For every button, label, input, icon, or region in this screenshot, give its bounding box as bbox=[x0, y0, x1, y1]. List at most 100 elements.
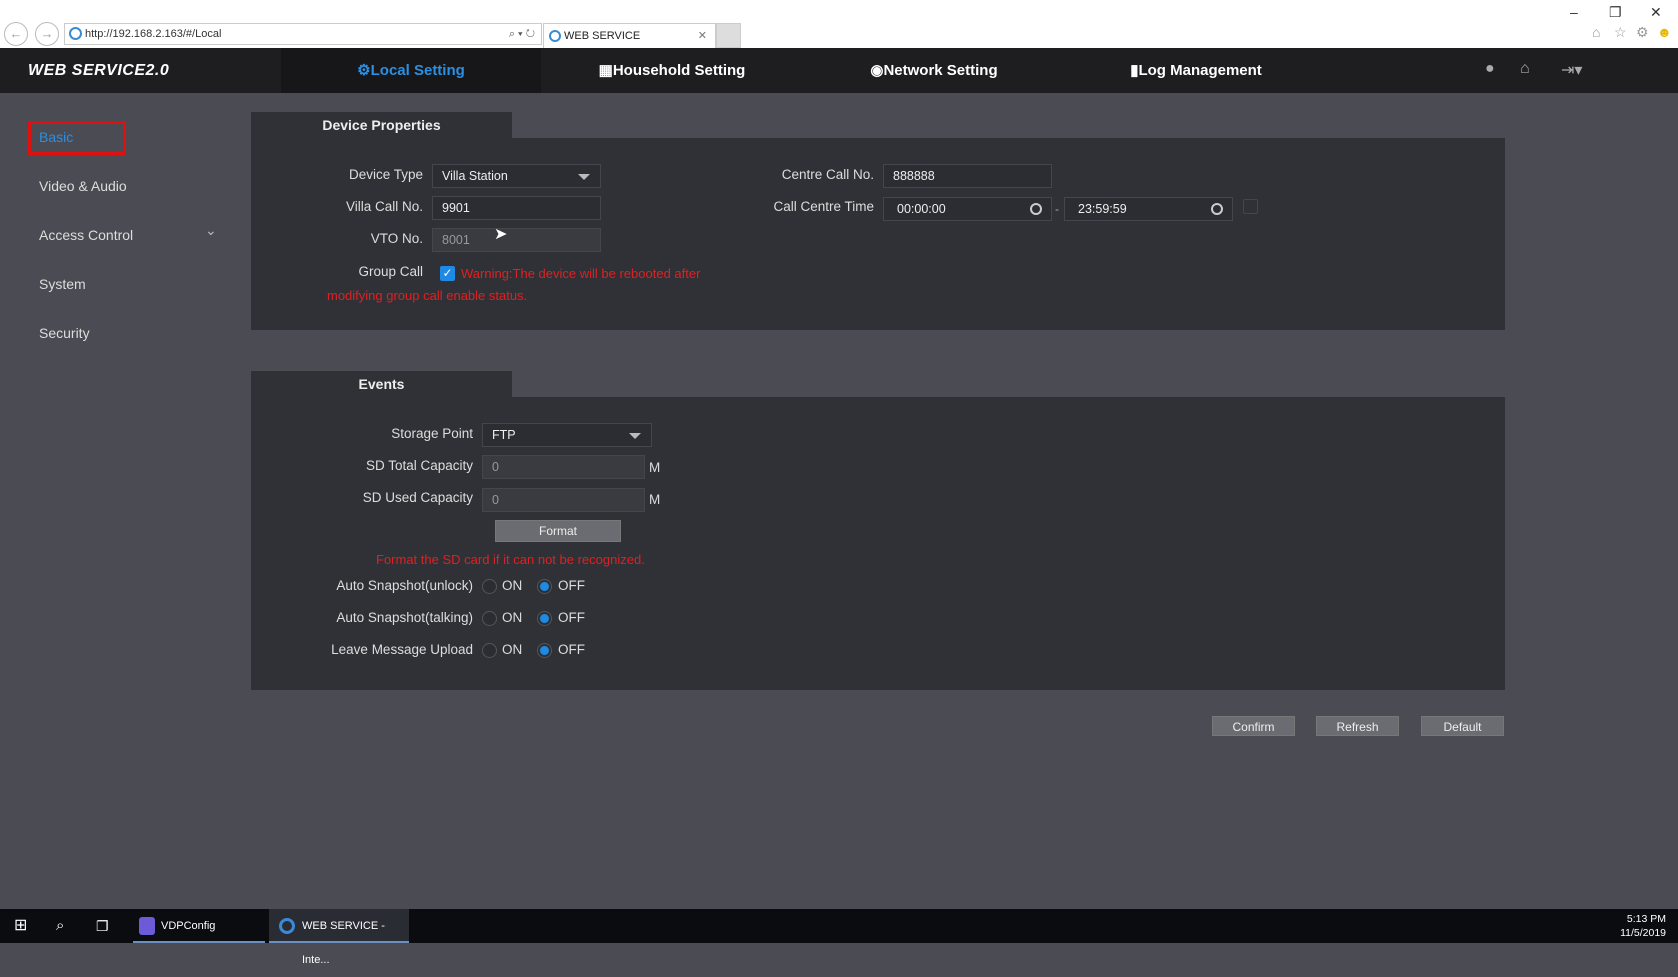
ie-icon bbox=[549, 30, 561, 42]
home-icon[interactable]: ⌂ bbox=[1592, 24, 1600, 40]
leave-message-upload-on-radio[interactable] bbox=[482, 643, 497, 658]
favorites-star-icon[interactable]: ☆ bbox=[1614, 24, 1627, 41]
logout-icon[interactable]: ⇥▾ bbox=[1561, 60, 1582, 80]
url-text: http://192.168.2.163/#/Local bbox=[85, 28, 222, 40]
ie-icon bbox=[69, 27, 82, 40]
events-tab: Events bbox=[251, 371, 512, 398]
call-time-start-input[interactable]: 00:00:00 bbox=[883, 197, 1052, 221]
group-call-warning-2: modifying group call enable status. bbox=[327, 288, 528, 303]
close-button[interactable]: ✕ bbox=[1650, 4, 1662, 21]
search-refresh-icons[interactable]: ⌕ ▾ ↻ bbox=[509, 24, 535, 44]
leave-message-upload-label: Leave Message Upload bbox=[331, 642, 473, 657]
leave-message-upload-off-radio[interactable] bbox=[537, 643, 552, 658]
vto-label: VTO No. bbox=[370, 231, 423, 246]
nav-label: Household Setting bbox=[612, 62, 746, 79]
auto-snapshot-talking-label: Auto Snapshot(talking) bbox=[336, 610, 473, 625]
nav-label: Network Setting bbox=[883, 62, 998, 79]
call-time-checkbox[interactable] bbox=[1243, 199, 1258, 214]
new-tab-button[interactable] bbox=[716, 23, 741, 48]
building-icon: ▦ bbox=[598, 62, 613, 79]
smiley-feedback-icon[interactable]: ☻ bbox=[1657, 24, 1672, 40]
system-clock[interactable]: 5:13 PM 11/5/2019 bbox=[1620, 912, 1666, 940]
sd-used-input: 0 bbox=[482, 488, 645, 512]
end-time-value: 23:59:59 bbox=[1078, 202, 1127, 216]
taskbar-app-ie[interactable]: WEB SERVICE - Inte... bbox=[269, 909, 409, 966]
start-time-value: 00:00:00 bbox=[897, 202, 946, 216]
sd-total-unit: M bbox=[649, 460, 661, 475]
storage-point-select[interactable]: FTP bbox=[482, 423, 652, 447]
task-view-icon[interactable]: ❐ bbox=[96, 909, 109, 943]
on-label: ON bbox=[502, 578, 523, 593]
close-tab-icon[interactable]: ✕ bbox=[698, 24, 707, 48]
browser-chrome: ← → http://192.168.2.163/#/Local ⌕ ▾ ↻ WE… bbox=[0, 0, 1678, 48]
browser-tab[interactable]: WEB SERVICE ✕ bbox=[543, 23, 716, 48]
centre-call-input[interactable]: 888888 bbox=[883, 164, 1052, 188]
windows-start-icon[interactable]: ⊞ bbox=[14, 909, 27, 943]
device-type-value: Villa Station bbox=[442, 169, 508, 183]
nav-label: Log Management bbox=[1138, 62, 1262, 79]
nav-label: Local Setting bbox=[370, 62, 465, 79]
sidebar-item-basic[interactable]: Basic bbox=[39, 129, 73, 145]
nav-network-setting[interactable]: ◉Network Setting bbox=[804, 48, 1064, 93]
taskbar-app-vdpconfig[interactable]: VDPConfig bbox=[133, 909, 265, 943]
restore-button[interactable]: ❐ bbox=[1609, 4, 1622, 21]
centre-call-label: Centre Call No. bbox=[781, 167, 874, 182]
refresh-button[interactable]: Refresh bbox=[1316, 716, 1399, 736]
time-separator: - bbox=[1055, 202, 1059, 216]
auto-snapshot-talking-on-radio[interactable] bbox=[482, 611, 497, 626]
forward-button[interactable]: → bbox=[35, 22, 59, 46]
dropdown-arrow-icon bbox=[629, 433, 641, 439]
format-button[interactable]: Format bbox=[495, 520, 621, 542]
sd-used-label: SD Used Capacity bbox=[362, 490, 473, 505]
search-icon[interactable]: ⌕ bbox=[56, 909, 64, 943]
clock-time: 5:13 PM bbox=[1626, 913, 1666, 925]
on-label: ON bbox=[502, 642, 523, 657]
user-icon[interactable]: ● bbox=[1485, 60, 1495, 78]
sidebar-item-security[interactable]: Security bbox=[39, 325, 90, 341]
group-call-checkbox[interactable]: ✓ bbox=[440, 266, 455, 281]
group-call-warning: Warning:The device will be rebooted afte… bbox=[461, 266, 701, 281]
off-label: OFF bbox=[558, 578, 585, 593]
sidebar-item-access-control[interactable]: Access Control bbox=[39, 227, 133, 243]
confirm-button[interactable]: Confirm bbox=[1212, 716, 1295, 736]
minimize-button[interactable]: – bbox=[1570, 4, 1578, 20]
villa-call-input[interactable]: 9901 bbox=[432, 196, 601, 220]
tab-title: WEB SERVICE bbox=[564, 30, 641, 42]
sidebar-item-system[interactable]: System bbox=[39, 276, 86, 292]
auto-snapshot-talking-off-radio[interactable] bbox=[537, 611, 552, 626]
call-time-end-input[interactable]: 23:59:59 bbox=[1064, 197, 1233, 221]
chevron-down-icon[interactable]: ⌄ bbox=[205, 222, 217, 239]
mouse-cursor: ➤ bbox=[494, 226, 508, 243]
gear-icon: ⚙ bbox=[357, 62, 371, 79]
logo: WEB SERVICE2.0 bbox=[28, 62, 170, 79]
device-type-select[interactable]: Villa Station bbox=[432, 164, 601, 188]
sd-total-input: 0 bbox=[482, 455, 645, 479]
sidebar-item-video-audio[interactable]: Video & Audio bbox=[39, 178, 127, 194]
auto-snapshot-unlock-off-radio[interactable] bbox=[537, 579, 552, 594]
storage-point-label: Storage Point bbox=[391, 426, 473, 441]
globe-icon: ◉ bbox=[870, 62, 884, 79]
clock-icon[interactable] bbox=[1211, 203, 1223, 215]
on-label: ON bbox=[502, 610, 523, 625]
nav-household-setting[interactable]: ▦Household Setting bbox=[542, 48, 802, 93]
call-time-label: Call Centre Time bbox=[773, 199, 874, 214]
auto-snapshot-unlock-label: Auto Snapshot(unlock) bbox=[336, 578, 473, 593]
device-properties-tab: Device Properties bbox=[251, 112, 512, 139]
device-type-label: Device Type bbox=[348, 167, 423, 182]
villa-call-label: Villa Call No. bbox=[345, 199, 423, 214]
default-button[interactable]: Default bbox=[1421, 716, 1504, 736]
off-label: OFF bbox=[558, 642, 585, 657]
nav-log-management[interactable]: ▮Log Management bbox=[1066, 48, 1326, 93]
clock-date: 11/5/2019 bbox=[1620, 927, 1666, 939]
storage-value: FTP bbox=[492, 428, 516, 442]
vto-input: 8001 bbox=[432, 228, 601, 252]
nav-local-setting[interactable]: ⚙Local Setting bbox=[281, 48, 541, 93]
app-header: WEB SERVICE2.0 ⚙Local Setting ▦Household… bbox=[0, 48, 1678, 93]
clock-icon[interactable] bbox=[1030, 203, 1042, 215]
auto-snapshot-unlock-on-radio[interactable] bbox=[482, 579, 497, 594]
group-call-label: Group Call bbox=[358, 264, 423, 279]
home-icon[interactable]: ⌂ bbox=[1520, 60, 1530, 78]
address-bar[interactable]: http://192.168.2.163/#/Local ⌕ ▾ ↻ bbox=[64, 23, 542, 45]
back-button[interactable]: ← bbox=[4, 22, 28, 46]
settings-gear-icon[interactable]: ⚙ bbox=[1636, 24, 1649, 41]
